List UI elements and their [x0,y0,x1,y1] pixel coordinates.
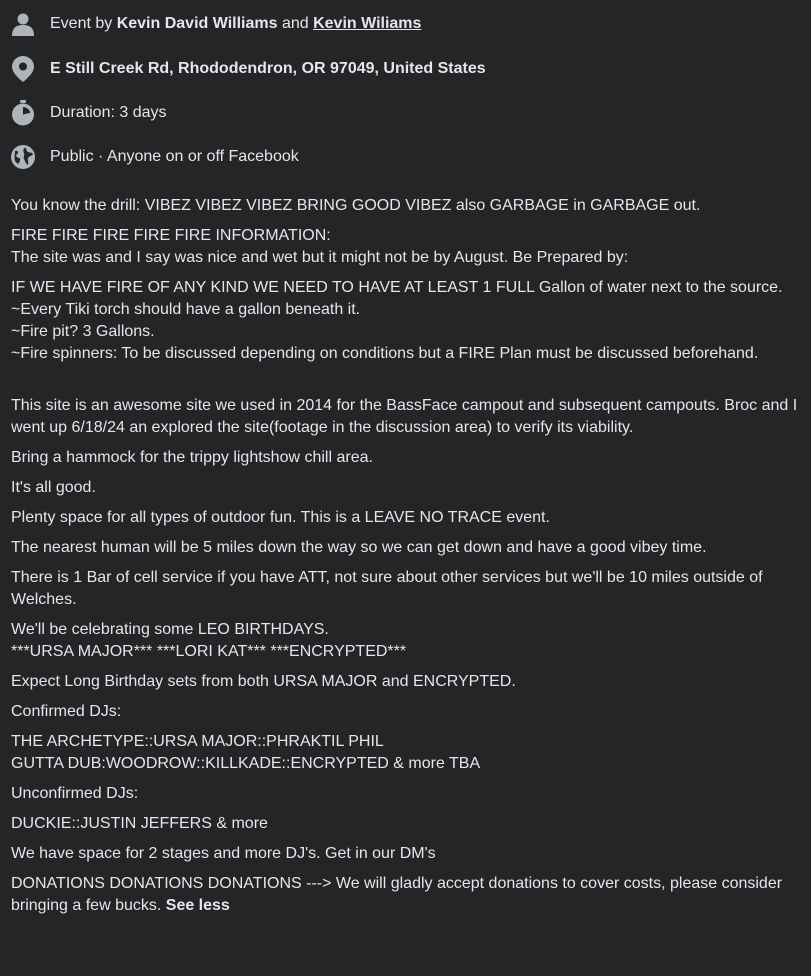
description-paragraph: There is 1 Bar of cell service if you ha… [11,567,811,611]
description-text: FIRE FIRE FIRE FIRE FIRE INFORMATION: [11,227,331,244]
description-text: You know the drill: VIBEZ VIBEZ VIBEZ BR… [11,197,701,214]
duration-text: Duration: 3 days [50,104,167,121]
description-paragraph: DONATIONS DONATIONS DONATIONS ---> We wi… [11,873,811,917]
location-pin-icon [10,56,36,82]
description-text: There is 1 Bar of cell service if you ha… [11,569,763,608]
event-details-panel: Event by Kevin David Williams and Kevin … [0,0,811,976]
description-text: Unconfirmed DJs: [11,785,139,802]
see-less-button[interactable]: See less [166,897,230,914]
description-text: This site is an awesome site we used in … [11,397,798,436]
description-text: The site was and I say was nice and wet … [11,249,629,266]
description-paragraph: You know the drill: VIBEZ VIBEZ VIBEZ BR… [11,195,811,217]
host-text: Event by Kevin David Williams and Kevin … [50,13,421,35]
description-paragraph: THE ARCHETYPE::URSA MAJOR::PHRAKTIL PHIL… [11,731,811,775]
host-prefix: Event by [50,15,117,32]
description-paragraph: The nearest human will be 5 miles down t… [11,537,811,559]
description-text: DONATIONS DONATIONS DONATIONS ---> We wi… [11,875,783,914]
person-icon [10,11,36,37]
description-paragraph: Expect Long Birthday sets from both URSA… [11,671,811,693]
description-text: The nearest human will be 5 miles down t… [11,539,707,556]
stopwatch-icon [10,100,36,126]
description-paragraph: Unconfirmed DJs: [11,783,811,805]
description-text: It's all good. [11,479,96,496]
description-text: ~Every Tiki torch should have a gallon b… [11,301,361,318]
description-text: Expect Long Birthday sets from both URSA… [11,673,516,690]
description-paragraph: We'll be celebrating some LEO BIRTHDAYS.… [11,619,811,663]
description-text: Confirmed DJs: [11,703,122,720]
description-text: GUTTA DUB:WOODROW::KILLKADE::ENCRYPTED &… [11,755,481,772]
description-paragraph: IF WE HAVE FIRE OF ANY KIND WE NEED TO H… [11,277,811,365]
description-paragraph: It's all good. [11,477,811,499]
host-name-link[interactable]: Kevin Wiliams [313,15,421,32]
description-paragraph: Confirmed DJs: [11,701,811,723]
description-paragraph: Plenty space for all types of outdoor fu… [11,507,811,529]
privacy-text: Public · Anyone on or off Facebook [50,148,299,165]
description-paragraph: We have space for 2 stages and more DJ's… [11,843,811,865]
description-text: We'll be celebrating some LEO BIRTHDAYS. [11,621,329,638]
globe-icon [10,144,36,170]
description-paragraph: DUCKIE::JUSTIN JEFFERS & more [11,813,811,835]
description-paragraph: FIRE FIRE FIRE FIRE FIRE INFORMATION: Th… [11,225,811,269]
description-text: IF WE HAVE FIRE OF ANY KIND WE NEED TO H… [11,279,783,296]
description-text: We have space for 2 stages and more DJ's… [11,845,436,862]
description-text: Bring a hammock for the trippy lightshow… [11,449,373,466]
host-joiner: and [277,15,314,32]
privacy-row: Public · Anyone on or off Facebook [0,144,811,170]
location-link[interactable]: E Still Creek Rd, Rhododendron, OR 97049… [50,58,486,80]
host-row: Event by Kevin David Williams and Kevin … [0,11,811,37]
description-text: DUCKIE::JUSTIN JEFFERS & more [11,815,268,832]
host-name-primary[interactable]: Kevin David Williams [117,15,278,32]
description-text: ~Fire pit? 3 Gallons. [11,323,155,340]
description-text: ~Fire spinners: To be discussed dependin… [11,345,759,362]
description-paragraph: Bring a hammock for the trippy lightshow… [11,447,811,469]
description-text: THE ARCHETYPE::URSA MAJOR::PHRAKTIL PHIL [11,733,384,750]
duration-row: Duration: 3 days [0,100,811,126]
description-text: Plenty space for all types of outdoor fu… [11,509,550,526]
location-row: E Still Creek Rd, Rhododendron, OR 97049… [0,56,811,82]
description-text: ***URSA MAJOR*** ***LORI KAT*** ***ENCRY… [11,643,407,660]
event-description: You know the drill: VIBEZ VIBEZ VIBEZ BR… [11,195,811,925]
description-paragraph: This site is an awesome site we used in … [11,395,811,439]
